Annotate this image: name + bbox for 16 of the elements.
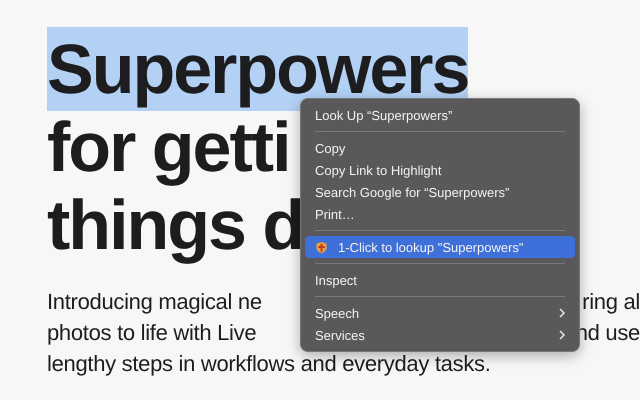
paragraph-text: lengthy steps in workflows and everyday tasks. bbox=[47, 350, 491, 376]
chevron-icon bbox=[559, 308, 565, 318]
menu-item[interactable]: Speech bbox=[305, 302, 575, 324]
shield-icon bbox=[315, 240, 328, 254]
chevron-icon bbox=[559, 330, 565, 340]
menu-item[interactable]: Services bbox=[305, 324, 575, 346]
paragraph-text: Introducing magical ne bbox=[47, 288, 262, 314]
menu-item[interactable]: Copy Link to Highlight bbox=[305, 159, 575, 181]
menu-item[interactable]: Print… bbox=[305, 203, 575, 225]
headline-line: things d bbox=[47, 186, 304, 266]
paragraph-text: ring al bbox=[582, 288, 640, 314]
menu-item[interactable]: 1-Click to lookup "Superpowers" bbox=[305, 236, 575, 258]
paragraph-text: photos to life with Live bbox=[47, 320, 256, 346]
menu-item[interactable]: Inspect bbox=[305, 269, 575, 291]
menu-item[interactable]: Search Google for “Superpowers” bbox=[305, 181, 575, 203]
menu-item[interactable]: Copy bbox=[305, 137, 575, 159]
